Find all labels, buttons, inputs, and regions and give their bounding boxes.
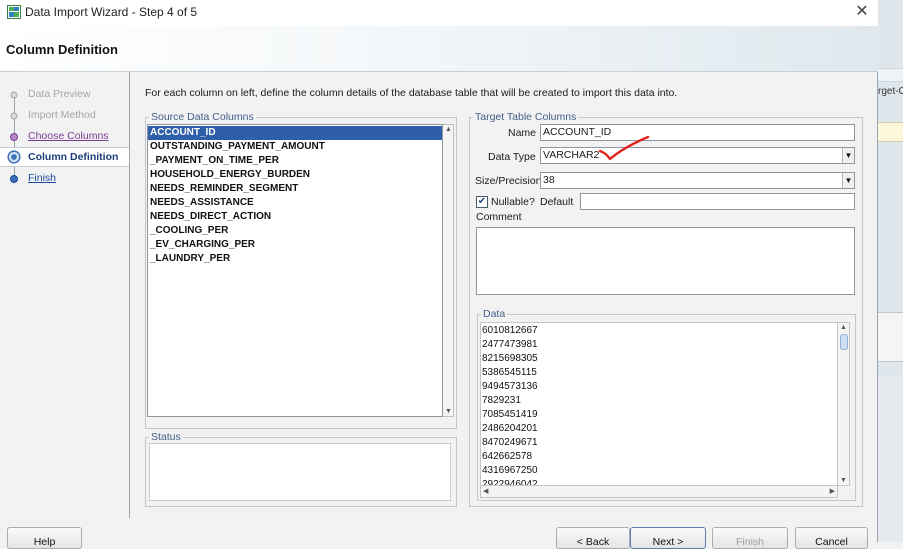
finish-button[interactable]: Finish <box>712 527 788 549</box>
scroll-up-arrow-icon[interactable]: ▲ <box>445 126 452 133</box>
next-button[interactable]: Next > <box>630 527 706 549</box>
back-button[interactable]: < Back <box>556 527 630 549</box>
comment-label: Comment <box>476 211 522 223</box>
data-value-row: 2922946042 <box>482 479 538 486</box>
column-name-input[interactable]: ACCOUNT_ID <box>540 124 855 141</box>
source-column-item[interactable]: NEEDS_REMINDER_SEGMENT <box>148 182 442 196</box>
nav-step-column-definition[interactable]: Column Definition <box>0 147 129 167</box>
data-value-row: 5386545115 <box>482 367 537 378</box>
nav-step-label: Choose Columns <box>28 130 109 142</box>
data-value-row: 8470249671 <box>482 437 538 448</box>
data-value-row: 9494573136 <box>482 381 538 392</box>
background-band <box>878 68 903 82</box>
dropdown-arrow-icon[interactable]: ▼ <box>842 148 854 163</box>
source-list-scrollbar[interactable]: ▲ ▼ <box>443 124 454 417</box>
nav-step-label: Column Definition <box>28 151 119 163</box>
data-value-row: 6010812667 <box>482 325 538 336</box>
scrollbar-thumb[interactable] <box>840 334 848 350</box>
nullable-checkbox[interactable]: ✔ <box>476 196 488 208</box>
nav-step-choose-columns[interactable]: Choose Columns <box>0 127 129 147</box>
data-horizontal-scrollbar[interactable]: ◀ ▶ <box>480 486 838 498</box>
data-value-row: 7085451419 <box>482 409 538 420</box>
group-title: Data <box>481 308 508 320</box>
data-type-select[interactable]: VARCHAR2 ▼ <box>540 147 855 164</box>
nav-step-label: Import Method <box>28 109 96 121</box>
status-area <box>149 443 451 501</box>
data-values-list[interactable]: 6010812667 2477473981 8215698305 5386545… <box>480 322 838 486</box>
data-import-wizard-dialog: Data Import Wizard - Step 4 of 5 ✕ Colum… <box>0 0 878 549</box>
source-column-item[interactable]: NEEDS_DIRECT_ACTION <box>148 210 442 224</box>
scroll-left-arrow-icon[interactable]: ◀ <box>483 487 488 495</box>
source-column-item[interactable]: _COOLING_PER <box>148 224 442 238</box>
page-header: Column Definition <box>0 26 878 72</box>
source-column-item[interactable]: ACCOUNT_ID <box>148 126 442 140</box>
step-node-icon <box>10 91 18 99</box>
scroll-down-arrow-icon[interactable]: ▼ <box>840 477 847 484</box>
size-precision-value: 38 <box>543 174 555 186</box>
nav-step-data-preview: Data Preview <box>0 85 129 105</box>
data-type-value: VARCHAR2 <box>543 149 600 161</box>
source-column-item[interactable]: OUTSTANDING_PAYMENT_AMOUNT <box>148 140 442 154</box>
size-precision-label: Size/Precision <box>475 175 542 187</box>
window-title: Data Import Wizard - Step 4 of 5 <box>25 5 198 19</box>
nullable-label: Nullable? <box>491 196 535 208</box>
help-button[interactable]: Help <box>7 527 82 549</box>
step-node-icon <box>10 112 18 120</box>
current-step-icon <box>7 150 21 164</box>
default-input[interactable] <box>580 193 855 210</box>
dropdown-arrow-icon[interactable]: ▼ <box>842 173 854 188</box>
nav-step-label: Finish <box>28 172 57 184</box>
source-column-item[interactable]: _PAYMENT_ON_TIME_PER <box>148 154 442 168</box>
background-band <box>878 376 903 542</box>
nav-step-import-method: Import Method <box>0 106 129 126</box>
instruction-text: For each column on left, define the colu… <box>145 87 678 99</box>
nav-step-label: Data Preview <box>28 88 91 100</box>
title-bar: Data Import Wizard - Step 4 of 5 ✕ <box>0 0 878 26</box>
background-text: rget-Cu <box>878 86 903 97</box>
background-band <box>878 122 903 142</box>
background-app-strip: rget-Cu <box>878 0 903 542</box>
scroll-down-arrow-icon[interactable]: ▼ <box>445 408 452 415</box>
source-column-item[interactable]: HOUSEHOLD_ENERGY_BURDEN <box>148 168 442 182</box>
comment-textarea[interactable] <box>476 227 855 295</box>
data-value-row: 2477473981 <box>482 339 538 350</box>
scroll-up-arrow-icon[interactable]: ▲ <box>840 324 847 331</box>
data-type-label: Data Type <box>488 151 536 163</box>
scroll-right-arrow-icon[interactable]: ▶ <box>830 487 835 495</box>
wizard-app-icon <box>7 5 21 19</box>
default-label: Default <box>540 196 574 208</box>
close-button[interactable]: ✕ <box>851 2 873 24</box>
data-value-row: 642662578 <box>482 451 533 462</box>
cancel-button[interactable]: Cancel <box>795 527 868 549</box>
data-value-row: 4316967250 <box>482 465 538 476</box>
size-precision-combo[interactable]: 38 ▼ <box>540 172 855 189</box>
data-value-row: 8215698305 <box>482 353 538 364</box>
source-columns-list[interactable]: ACCOUNT_ID OUTSTANDING_PAYMENT_AMOUNT _P… <box>147 124 443 417</box>
name-label: Name <box>508 127 537 139</box>
step-node-icon <box>10 175 18 183</box>
source-column-item[interactable]: NEEDS_ASSISTANCE <box>148 196 442 210</box>
data-value-row: 7829231 <box>482 395 521 406</box>
source-column-item[interactable]: _LAUNDRY_PER <box>148 252 442 266</box>
nav-step-finish[interactable]: Finish <box>0 169 129 189</box>
group-title: Source Data Columns <box>149 111 256 123</box>
group-title: Status <box>149 431 183 443</box>
source-column-item[interactable]: _EV_CHARGING_PER <box>148 238 442 252</box>
red-checkmark-annotation-icon <box>598 135 650 161</box>
step-node-icon <box>10 133 18 141</box>
page-title: Column Definition <box>6 42 118 57</box>
group-title: Target Table Columns <box>473 111 579 123</box>
data-value-row: 2486204201 <box>482 423 538 434</box>
background-band <box>878 312 903 362</box>
